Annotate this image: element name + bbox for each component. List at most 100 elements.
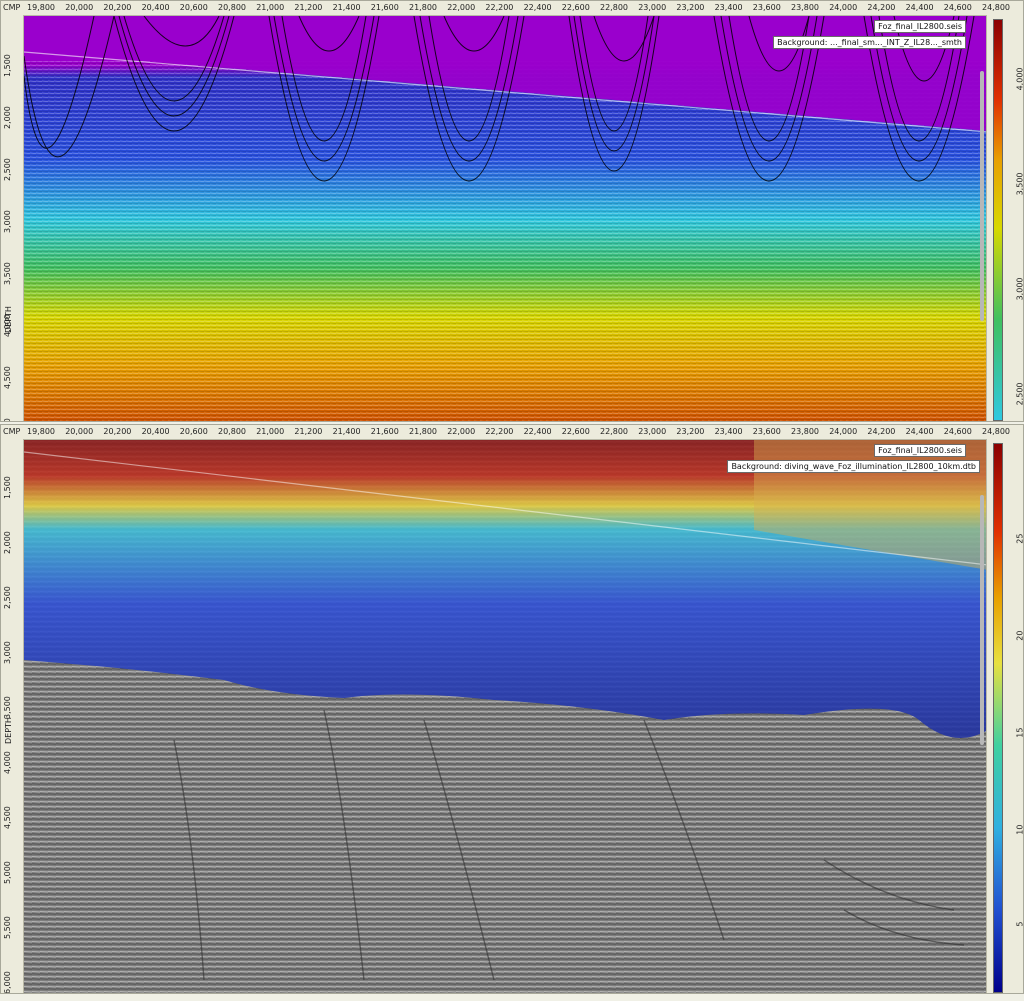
cmp-tick: 24,000 xyxy=(829,427,858,436)
colorbar-tick: 4,000 xyxy=(1015,67,1024,91)
cmp-tick: 20,800 xyxy=(218,3,246,12)
colorbar-tick: 3,000 xyxy=(1015,277,1024,301)
cmp-tick: 21,400 xyxy=(332,427,361,436)
section-name-label: Foz_final_IL2800.seis xyxy=(874,20,966,33)
illumination-colorbar xyxy=(993,443,1003,993)
cmp-tick: 20,200 xyxy=(103,427,132,436)
velocity-colorbar xyxy=(993,19,1003,421)
cmp-tick: 24,400 xyxy=(905,3,934,12)
cmp-tick: 22,400 xyxy=(523,427,552,436)
colorbar-tick: 10 xyxy=(1015,824,1024,835)
velocity-colorbar-strip: 4,000 3,500 3,000 2,500 xyxy=(986,15,1023,421)
cmp-tick: 20,000 xyxy=(65,3,94,12)
velocity-section-plot[interactable]: Foz_final_IL2800.seis Background: ..._fi… xyxy=(24,16,986,421)
cmp-tick: 24,600 xyxy=(943,427,972,436)
depth-tick: 4,000 xyxy=(3,751,12,774)
background-name-label: Background: diving_wave_Foz_illumination… xyxy=(727,460,980,473)
depth-axis-title: DEPTH xyxy=(4,717,13,744)
cmp-tick: 21,800 xyxy=(409,427,437,436)
colorbar-tick: 5 xyxy=(1015,921,1024,927)
cmp-tick: 22,800 xyxy=(600,427,628,436)
depth-tick: 5,000 xyxy=(3,418,12,421)
cmp-axis-top: CMP 19,800 20,000 20,200 20,400 20,600 20,800… xyxy=(1,1,1023,16)
depth-tick: 6,000 xyxy=(3,971,12,994)
depth-tick: 4,000 xyxy=(3,314,12,337)
colorbar-tick: 2,500 xyxy=(1015,382,1024,406)
cmp-tick: 23,800 xyxy=(791,3,819,12)
cmp-tick: 22,200 xyxy=(485,427,514,436)
cmp-tick: 21,400 xyxy=(332,3,361,12)
cmp-axis-title: CMP xyxy=(3,3,21,12)
vertical-scrollbar-thumb[interactable] xyxy=(980,71,984,321)
cmp-tick: 21,000 xyxy=(256,427,285,436)
cmp-tick: 21,600 xyxy=(370,427,399,436)
cmp-tick: 23,400 xyxy=(714,427,743,436)
depth-tick: 3,500 xyxy=(3,696,12,719)
background-name-label: Background: ..._final_sm..._INT_Z_IL28..… xyxy=(773,36,966,49)
vertical-scrollbar-thumb[interactable] xyxy=(980,495,984,745)
depth-tick: 1,500 xyxy=(3,476,12,499)
depth-tick: 2,000 xyxy=(3,106,12,129)
colorbar-tick: 15 xyxy=(1015,727,1024,738)
illumination-colorbar-strip: 2520151050 xyxy=(986,439,1023,993)
cmp-tick: 23,000 xyxy=(638,427,667,436)
cmp-tick: 24,800 xyxy=(982,427,1010,436)
depth-tick: 2,500 xyxy=(3,586,12,609)
cmp-tick: 22,200 xyxy=(485,3,514,12)
cmp-tick: 20,800 xyxy=(218,427,246,436)
cmp-tick: 20,000 xyxy=(65,427,94,436)
colorbar-tick: 25 xyxy=(1015,533,1024,544)
cmp-tick: 24,200 xyxy=(867,3,896,12)
cmp-tick: 22,800 xyxy=(600,3,628,12)
cmp-tick: 22,000 xyxy=(447,427,476,436)
cmp-tick: 24,800 xyxy=(982,3,1010,12)
cmp-tick: 21,600 xyxy=(370,3,399,12)
illumination-panel: CMP 19,800 20,000 20,200 20,400 20,600 20,800… xyxy=(0,424,1024,994)
cmp-tick: 23,800 xyxy=(791,427,819,436)
cmp-tick: 20,400 xyxy=(141,427,170,436)
depth-tick: 3,000 xyxy=(3,641,12,664)
cmp-tick: 24,600 xyxy=(943,3,972,12)
cmp-tick: 21,200 xyxy=(294,427,323,436)
cmp-tick: 23,000 xyxy=(638,3,667,12)
cmp-tick: 23,600 xyxy=(752,3,781,12)
velocity-section-image xyxy=(24,16,986,421)
depth-tick: 5,000 xyxy=(3,861,12,884)
cmp-tick: 22,600 xyxy=(561,3,590,12)
colorbar-tick: 3,500 xyxy=(1015,172,1024,196)
cmp-tick: 24,200 xyxy=(867,427,896,436)
cmp-tick: 24,400 xyxy=(905,427,934,436)
cmp-tick: 21,200 xyxy=(294,3,323,12)
depth-axis-top: DEPTH 1,500 2,000 2,500 3,000 3,500 4,000 4,50… xyxy=(1,15,24,421)
cmp-tick: 23,600 xyxy=(752,427,781,436)
cmp-tick: 20,400 xyxy=(141,3,170,12)
depth-tick: 4,500 xyxy=(3,806,12,829)
cmp-tick: 23,400 xyxy=(714,3,743,12)
illumination-section-image xyxy=(24,440,986,993)
cmp-tick: 23,200 xyxy=(676,427,705,436)
cmp-axis-bottom: CMP 19,800 20,000 20,200 20,400 20,600 20,800… xyxy=(1,425,1023,440)
depth-tick: 5,500 xyxy=(3,916,12,939)
depth-tick: 1,500 xyxy=(3,54,12,77)
cmp-tick: 20,600 xyxy=(179,3,208,12)
depth-tick: 3,000 xyxy=(3,210,12,233)
cmp-tick: 20,200 xyxy=(103,3,132,12)
depth-tick: 2,500 xyxy=(3,158,12,181)
cmp-tick: 23,200 xyxy=(676,3,705,12)
colorbar-tick: 20 xyxy=(1015,630,1024,641)
depth-axis-bottom: DEPTH 1,500 2,000 2,500 3,000 3,500 4,000 4,50… xyxy=(1,439,24,993)
cmp-axis-title: CMP xyxy=(3,427,21,436)
cmp-tick: 22,400 xyxy=(523,3,552,12)
cmp-tick: 21,800 xyxy=(409,3,437,12)
cmp-tick: 19,800 xyxy=(27,427,55,436)
section-name-label: Foz_final_IL2800.seis xyxy=(874,444,966,457)
cmp-tick: 22,600 xyxy=(561,427,590,436)
cmp-tick: 19,800 xyxy=(27,3,55,12)
cmp-tick: 22,000 xyxy=(447,3,476,12)
depth-tick: 2,000 xyxy=(3,531,12,554)
depth-tick: 4,500 xyxy=(3,366,12,389)
cmp-tick: 24,000 xyxy=(829,3,858,12)
velocity-panel: CMP 19,800 20,000 20,200 20,400 20,600 20,800… xyxy=(0,0,1024,422)
depth-tick: 3,500 xyxy=(3,262,12,285)
illumination-section-plot[interactable]: Foz_final_IL2800.seis Background: diving… xyxy=(24,440,986,993)
